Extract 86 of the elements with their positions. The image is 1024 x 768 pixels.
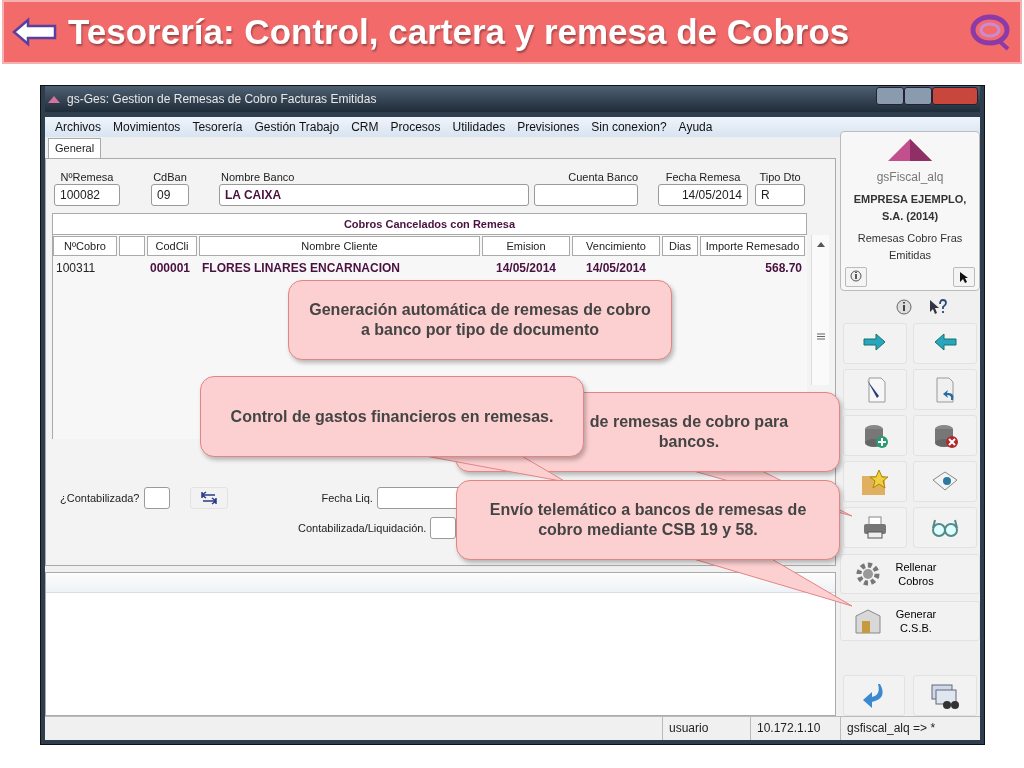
text-button[interactable]: Rellenar Cobros xyxy=(840,554,980,594)
status-field: usuario xyxy=(662,717,750,740)
callout-text: Envío telemático a bancos de remesas de cobro mediante CSB 19 y 58. xyxy=(488,500,808,540)
table-cell-text: 000001 xyxy=(149,259,192,277)
close-button[interactable] xyxy=(932,87,978,105)
app-icon xyxy=(47,94,61,104)
column-header: Dias xyxy=(662,235,698,256)
menu-item[interactable]: Procesos xyxy=(384,118,447,136)
callout-text: Control de gastos financieros en remesas. xyxy=(230,406,554,427)
pointer-icon xyxy=(959,270,969,284)
app-name: gsFiscal_alq xyxy=(876,169,944,186)
printer-button[interactable] xyxy=(843,507,907,548)
input-field[interactable]: 100082 xyxy=(54,183,120,206)
menu-item[interactable]: CRM xyxy=(345,118,385,136)
column-header: Emision xyxy=(482,235,570,256)
column-header: Vencimiento xyxy=(572,235,660,256)
scroll-up-icon[interactable] xyxy=(816,240,825,247)
info-icon xyxy=(850,270,862,284)
input-field[interactable] xyxy=(534,183,638,206)
column-header: CodCli xyxy=(147,235,197,256)
menu-item[interactable]: Sin conexion? xyxy=(585,118,673,136)
scrollbar[interactable] xyxy=(811,234,829,385)
return-button[interactable] xyxy=(843,675,905,716)
field-label: ¿Contabilizada? xyxy=(60,490,140,506)
field-label: Contabilizada/Liquidación. xyxy=(298,520,427,536)
field-label: CdBan xyxy=(152,170,188,184)
menu-item[interactable]: Utilidades xyxy=(446,118,512,136)
scroll-grip-icon xyxy=(816,332,825,340)
swap-button[interactable] xyxy=(189,486,228,509)
glasses-button[interactable] xyxy=(913,507,977,548)
pointer-button[interactable] xyxy=(953,267,975,287)
field-label: Fecha Remesa xyxy=(664,170,742,184)
info-button[interactable] xyxy=(845,267,867,287)
help-pointer-icon[interactable] xyxy=(929,299,947,317)
printer-icon xyxy=(861,513,889,542)
field-label: Nombre Banco xyxy=(220,170,296,184)
menu-item[interactable]: Movimientos xyxy=(107,118,187,136)
field-label: NºRemesa xyxy=(59,170,115,184)
folder-star-button[interactable] xyxy=(843,461,907,502)
database-add-button[interactable] xyxy=(843,415,907,456)
database-delete-button[interactable] xyxy=(913,415,977,456)
company-name: EMPRESA EJEMPLO, S.A. (2014) xyxy=(852,192,968,224)
field-label: Fecha Liq. xyxy=(321,490,373,506)
menu-item[interactable]: Previsiones xyxy=(511,118,586,136)
field-label: Cuenta Banco xyxy=(567,170,638,184)
module-name: Remesas Cobro Fras Emitidas xyxy=(856,231,964,263)
slide-title: Tesorería: Control, cartera y remesa de Cobros xyxy=(68,10,851,53)
window-search-button[interactable] xyxy=(913,675,977,716)
table-cell-text: FLORES LINARES ENCARNACION xyxy=(201,259,401,277)
field-label: Tipo Dto xyxy=(758,170,802,184)
table-title: Cobros Cancelados con Remesa xyxy=(52,212,807,235)
menu-item[interactable]: Gestión Trabajo xyxy=(248,118,346,136)
left-arrow-button[interactable] xyxy=(913,323,977,364)
menu-item[interactable]: Archivos xyxy=(49,118,107,136)
input-field[interactable]: R xyxy=(755,183,805,206)
status-field: gsfiscal_alq => * xyxy=(840,717,980,740)
binoculars-window-icon xyxy=(930,681,960,710)
swap-arrows-icon xyxy=(200,490,217,505)
menu-item[interactable]: Tesorería xyxy=(186,118,249,136)
folder-star-icon xyxy=(861,467,889,496)
pyramid-logo-icon xyxy=(887,138,933,162)
input-field[interactable] xyxy=(143,486,170,509)
column-header: Importe Remesado xyxy=(700,235,805,256)
column-header: Nombre Cliente xyxy=(199,235,480,256)
table-cell-text: 100311 xyxy=(55,259,97,277)
maximize-button[interactable] xyxy=(904,87,932,105)
swirl-logo-icon xyxy=(968,12,1012,52)
text-button[interactable]: Generar C.S.B. xyxy=(840,601,980,641)
tab[interactable]: General xyxy=(48,137,102,158)
info-icon[interactable] xyxy=(895,299,913,317)
column-header: NºCobro xyxy=(53,235,117,256)
table-cell-text: 568.70 xyxy=(764,259,803,277)
table-cell-text: 14/05/2014 xyxy=(584,259,648,277)
right-arrow-button[interactable] xyxy=(843,323,907,364)
menu-item[interactable]: Ayuda xyxy=(672,118,719,136)
input-field[interactable]: LA CAIXA xyxy=(219,183,529,206)
input-field[interactable]: 09 xyxy=(151,183,189,206)
minimize-button[interactable] xyxy=(876,87,904,105)
callout-text: de remesas de cobro para bancos. xyxy=(588,412,790,452)
input-field[interactable] xyxy=(430,516,457,539)
status-field: 10.172.1.10 xyxy=(750,717,840,740)
callout-text: Generación automática de remesas de cobro a banco por tipo de documento xyxy=(308,300,652,340)
back-arrow-icon[interactable] xyxy=(12,17,58,47)
input-field[interactable]: 14/05/2014 xyxy=(658,183,748,206)
window-title: gs-Ges: Gestion de Remesas de Cobro Facturas Emitidas xyxy=(67,91,377,108)
table-cell-text: 14/05/2014 xyxy=(494,259,558,277)
